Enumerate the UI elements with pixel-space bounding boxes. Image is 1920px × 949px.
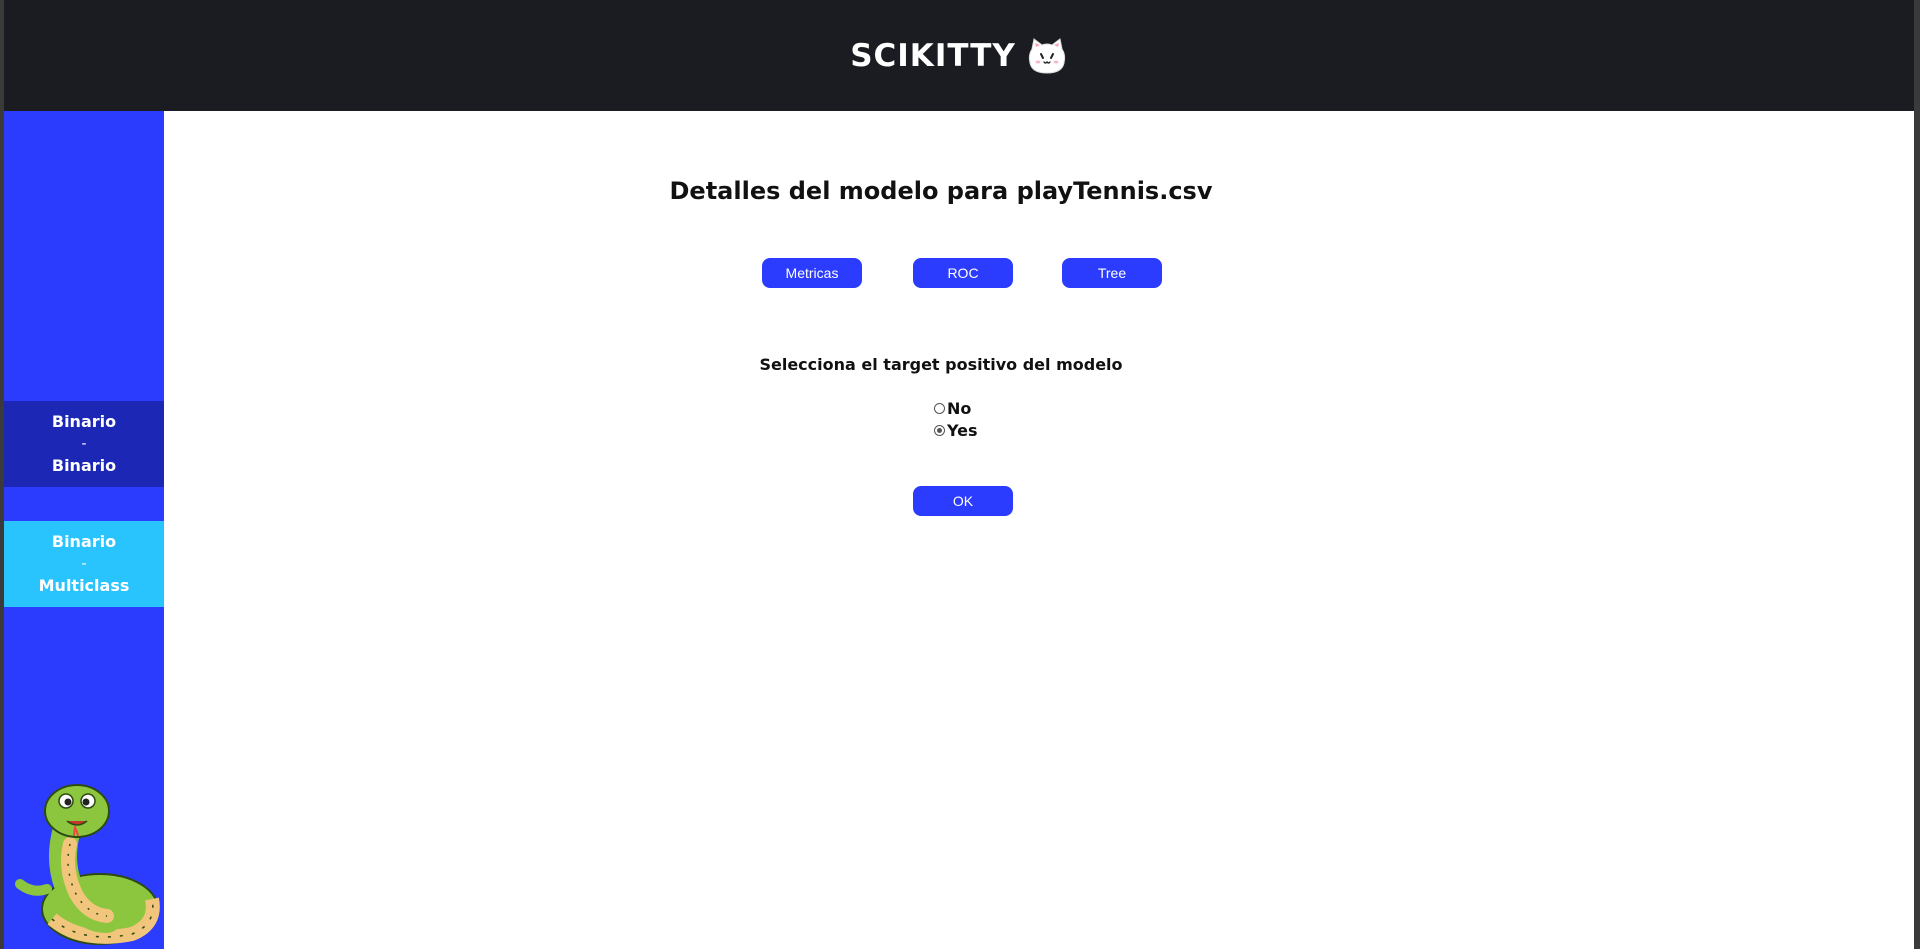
ok-button[interactable]: OK	[913, 486, 1013, 516]
window-frame-right	[1914, 0, 1920, 949]
tab-roc-button[interactable]: ROC	[913, 258, 1013, 288]
sidebar-item-label-bottom: Multiclass	[38, 576, 130, 595]
cat-face-icon	[1028, 37, 1065, 74]
radio-button-yes[interactable]	[934, 424, 945, 436]
sidebar: Binario - Binario Binario - Multiclass	[4, 111, 164, 949]
snake-mascot-icon	[15, 784, 160, 945]
app-title: SCIKITTY	[850, 37, 1016, 74]
radio-button-no[interactable]	[934, 402, 945, 414]
tab-tree-button[interactable]: Tree	[1062, 258, 1162, 288]
page-title: Detalles del modelo para playTennis.csv	[669, 177, 1213, 205]
sidebar-item-label-top: Binario	[51, 412, 117, 431]
sidebar-item-binario-binario[interactable]: Binario - Binario	[4, 401, 164, 487]
target-question: Selecciona el target positivo del modelo	[759, 355, 1123, 374]
target-radio-group: No Yes	[934, 397, 978, 441]
sidebar-item-separator: -	[81, 436, 87, 452]
top-header: SCIKITTY	[4, 0, 1914, 111]
radio-label-no: No	[947, 398, 972, 418]
sidebar-item-label-bottom: Binario	[51, 456, 117, 475]
sidebar-item-label-top: Binario	[51, 532, 117, 551]
radio-option-no[interactable]: No	[934, 397, 978, 419]
radio-label-yes: Yes	[947, 420, 978, 440]
sidebar-item-binario-multiclass[interactable]: Binario - Multiclass	[4, 521, 164, 607]
radio-option-yes[interactable]: Yes	[934, 419, 978, 441]
sidebar-item-separator: -	[81, 556, 87, 572]
brand: SCIKITTY	[850, 35, 1068, 77]
tab-metricas-button[interactable]: Metricas	[762, 258, 862, 288]
main-content: Detalles del modelo para playTennis.csv …	[164, 111, 1914, 949]
